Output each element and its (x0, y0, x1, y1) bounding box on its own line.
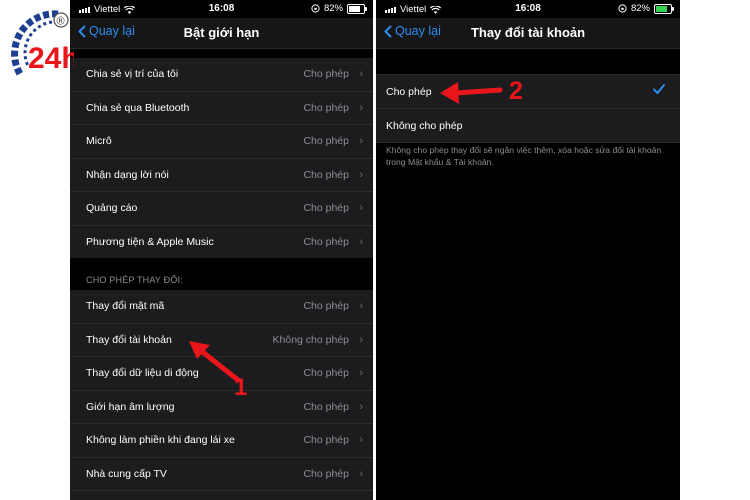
chevron-right-icon: › (359, 202, 363, 214)
row-volume-limit[interactable]: Giới hạn âm lượng Cho phép › (70, 391, 373, 424)
chevron-right-icon: › (359, 434, 363, 446)
options-group: Cho phép Không cho phép (376, 74, 680, 143)
right-phone-screen: Viettel 16:08 82% Quay lại Thay đổi tài … (376, 0, 680, 500)
row-label: Thay đổi dữ liệu di động (86, 367, 199, 379)
battery-icon (347, 3, 367, 14)
row-value: Cho phép (303, 300, 349, 312)
row-speech-recognition[interactable]: Nhận dạng lời nói Cho phép › (70, 159, 373, 192)
row-value: Cho phép (303, 467, 349, 480)
option-label: Không cho phép (386, 120, 463, 132)
row-tv-provider[interactable]: Nhà cung cấp TV Cho phép › (70, 458, 373, 491)
footer-note: Không cho phép thay đổi sẽ ngăn việc thê… (386, 145, 662, 167)
status-bar: Viettel 16:08 82% (70, 0, 373, 18)
row-do-not-disturb-driving[interactable]: Không làm phiền khi đang lái xe Cho phép… (70, 424, 373, 458)
chevron-right-icon: › (359, 400, 363, 413)
row-label: Không làm phiền khi đang lái xe (86, 434, 235, 446)
chevron-right-icon: › (359, 333, 363, 346)
settings-group-changes: Thay đổi mật mã Cho phép › Thay đổi tài … (70, 290, 373, 500)
row-value: Cho phép (303, 434, 349, 446)
red-arrow-icon (440, 82, 503, 104)
chevron-right-icon: › (359, 168, 363, 181)
row-value: Cho phép (303, 101, 349, 114)
row-passcode-changes[interactable]: Thay đổi mật mã Cho phép › (70, 290, 373, 324)
chevron-right-icon: › (359, 68, 363, 80)
chevron-right-icon: › (359, 235, 363, 248)
back-label: Quay lại (89, 24, 135, 38)
row-value: Cho phép (303, 202, 349, 214)
battery-percent: 82% (323, 3, 343, 14)
status-bar: Viettel 16:08 82% (376, 0, 680, 18)
row-advertising[interactable]: Quảng cáo Cho phép › (70, 192, 373, 226)
row-value: Cho phép (303, 400, 349, 413)
option-allow[interactable]: Cho phép (376, 75, 680, 109)
logo-text: 24h (28, 42, 74, 75)
row-label: Chia sẻ qua Bluetooth (86, 101, 190, 114)
row-label: Thay đổi tài khoản (86, 333, 172, 346)
chevron-right-icon: › (359, 135, 363, 147)
option-dont-allow[interactable]: Không cho phép (376, 109, 680, 142)
orientation-lock-icon (311, 4, 320, 13)
row-media-apple-music[interactable]: Phương tiện & Apple Music Cho phép › (70, 226, 373, 259)
nav-bar: Quay lại Bật giới hạn (70, 18, 373, 49)
row-value: Cho phép (303, 235, 349, 248)
row-label: Nhà cung cấp TV (86, 467, 167, 480)
chevron-right-icon: › (359, 367, 363, 379)
row-label: Chia sẻ vị trí của tôi (86, 68, 179, 80)
chevron-right-icon: › (359, 300, 363, 312)
row-label: Quảng cáo (86, 202, 138, 214)
row-value: Cho phép (303, 168, 349, 181)
step-number-1: 1 (234, 374, 248, 401)
row-label: Thay đổi mật mã (86, 300, 165, 312)
chevron-right-icon: › (359, 467, 363, 480)
chevron-left-icon (384, 24, 392, 38)
row-value: Cho phép (303, 135, 349, 147)
chevron-right-icon: › (359, 101, 363, 114)
orientation-lock-icon (618, 4, 627, 13)
back-label: Quay lại (395, 24, 441, 38)
nav-bar: Quay lại Thay đổi tài khoản (376, 18, 680, 49)
checkmark-icon (653, 84, 665, 94)
row-value: Cho phép (303, 68, 349, 80)
row-label: Giới hạn âm lượng (86, 400, 175, 413)
row-value: Cho phép (303, 367, 349, 379)
row-bluetooth-sharing[interactable]: Chia sẻ qua Bluetooth Cho phép › (70, 92, 373, 125)
section-header: CHO PHÉP THAY ĐỔI: (86, 275, 183, 285)
brand-logo: 24h ® (8, 6, 80, 92)
settings-group-top: Chia sẻ vị trí của tôi Cho phép › Chia s… (70, 58, 373, 258)
battery-percent: 82% (630, 3, 650, 14)
row-microphone[interactable]: Micrô Cho phép › (70, 125, 373, 159)
logo-graphic: 24h ® (11, 10, 80, 76)
option-label: Cho phép (386, 86, 432, 98)
registered-mark: ® (57, 16, 65, 28)
row-value: Không cho phép (272, 333, 349, 346)
row-label: Phương tiện & Apple Music (86, 235, 214, 248)
chevron-left-icon (78, 24, 86, 38)
row-label: Micrô (86, 135, 112, 147)
back-button[interactable]: Quay lại (384, 24, 441, 38)
row-label: Nhận dạng lời nói (86, 168, 169, 181)
step-number-2: 2 (509, 77, 523, 105)
row-partial-cutoff (70, 491, 373, 500)
left-phone-screen: Viettel 16:08 82% Quay lại Bật giới hạn … (70, 0, 373, 500)
back-button[interactable]: Quay lại (78, 24, 135, 38)
battery-icon (654, 3, 674, 14)
row-location-sharing[interactable]: Chia sẻ vị trí của tôi Cho phép › (70, 58, 373, 92)
